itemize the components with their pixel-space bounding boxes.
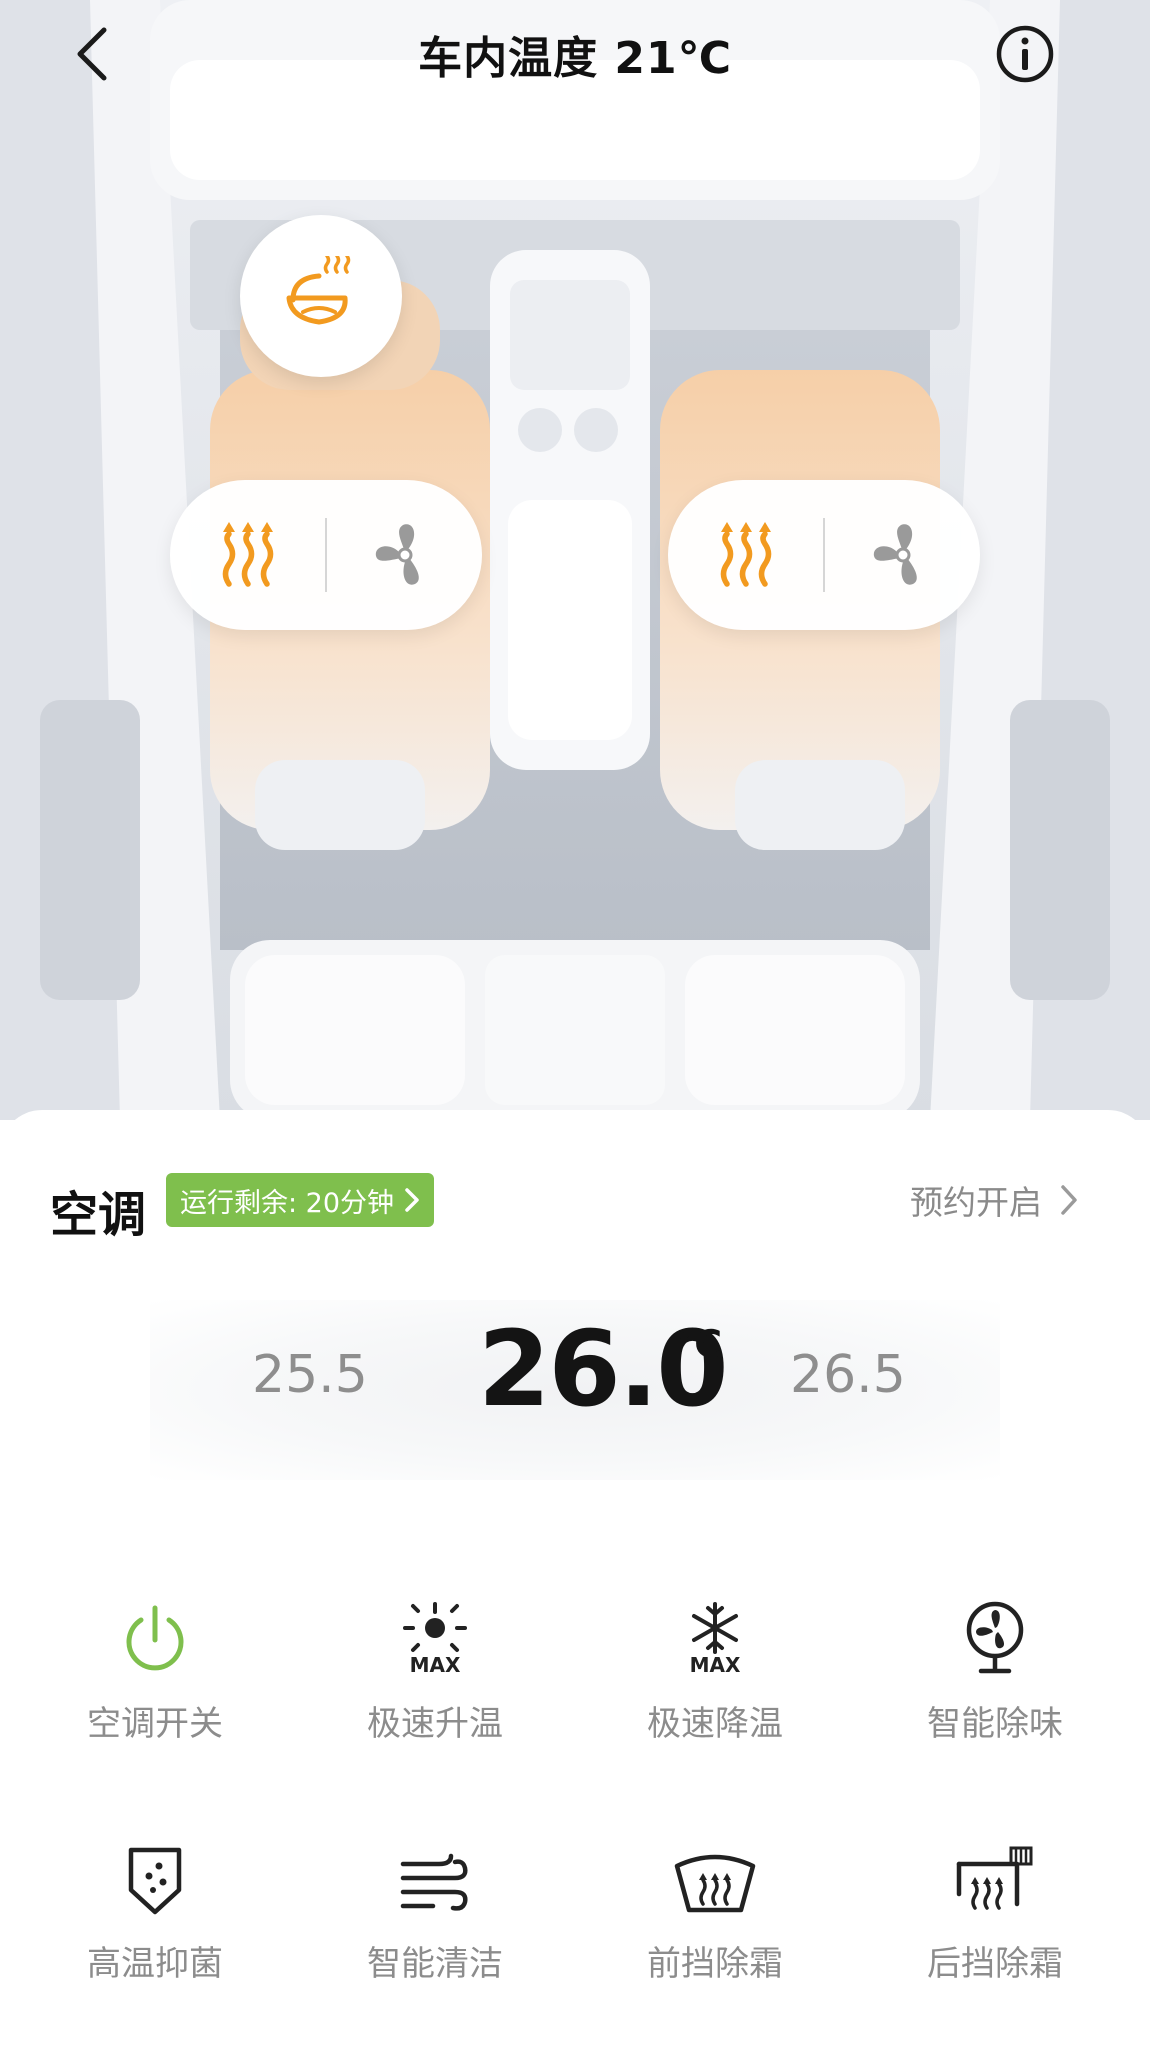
func-label: 后挡除霜 <box>927 1944 1063 1984</box>
func-label: 智能除味 <box>927 1704 1063 1744</box>
left-seat-controls <box>170 480 482 630</box>
info-button[interactable] <box>995 24 1055 84</box>
smart-clean-button[interactable]: 智能清洁 <box>335 1820 535 2020</box>
front-defrost-icon <box>674 1854 756 1913</box>
func-label: 极速升温 <box>367 1704 503 1744</box>
smart-deodorize-button[interactable]: 智能除味 <box>895 1580 1095 1780</box>
schedule-label: 预约开启 <box>910 1183 1042 1222</box>
high-temp-sterilize-button[interactable]: 高温抑菌 <box>55 1820 255 2020</box>
sterilize-icon <box>128 1847 182 1915</box>
rear-defrost-button[interactable]: 后挡除霜 <box>895 1820 1095 2020</box>
temp-option-lower[interactable]: 25.5 <box>252 1345 368 1405</box>
svg-text:MAX: MAX <box>690 1653 741 1676</box>
chevron-right-icon <box>405 1188 419 1212</box>
info-icon <box>996 25 1054 83</box>
max-cool-icon: MAX <box>690 1602 741 1676</box>
steering-wheel-heat-button[interactable] <box>240 215 402 377</box>
svg-text:MAX: MAX <box>410 1653 461 1676</box>
ac-power-toggle[interactable]: 空调开关 <box>55 1580 255 1780</box>
temp-unit: ℃ <box>676 1322 723 1366</box>
ac-panel: 空调 运行剩余: 20分钟 预约开启 25.5 26.0 ℃ 26.5 空调开关 <box>0 1110 1150 2061</box>
top-bar: 车内温度 21℃ <box>0 0 1150 110</box>
seat-heat-icon <box>222 522 273 587</box>
max-heat-button[interactable]: MAX 极速升温 <box>335 1580 535 1780</box>
right-seat-heat-button[interactable] <box>668 480 823 630</box>
temp-option-higher[interactable]: 26.5 <box>790 1345 906 1405</box>
func-label: 极速降温 <box>647 1704 783 1744</box>
left-seat-heat-button[interactable] <box>170 480 325 630</box>
left-seat-vent-button[interactable] <box>327 480 482 630</box>
max-cool-button[interactable]: MAX 极速降温 <box>615 1580 815 1780</box>
deodorize-fan-icon <box>966 1601 1024 1674</box>
steering-wheel-heat-icon <box>286 256 351 325</box>
power-icon <box>126 1605 184 1671</box>
chevron-right-icon <box>1061 1185 1077 1215</box>
seat-heat-icon <box>720 522 771 587</box>
ac-title: 空调 <box>50 1187 147 1243</box>
rear-defrost-icon <box>956 1846 1033 1910</box>
car-interior-scene: 车内温度 21℃ <box>0 0 1150 1120</box>
func-label: 高温抑菌 <box>87 1944 223 1984</box>
func-label: 空调开关 <box>87 1704 223 1744</box>
front-defrost-button[interactable]: 前挡除霜 <box>615 1820 815 2020</box>
max-heat-icon: MAX <box>403 1602 467 1676</box>
remaining-time-label: 运行剩余: 20分钟 <box>180 1187 395 1219</box>
right-seat-controls <box>668 480 980 630</box>
airflow-clean-icon <box>400 1853 468 1911</box>
remaining-time-badge[interactable]: 运行剩余: 20分钟 <box>166 1173 435 1227</box>
page-title: 车内温度 21℃ <box>418 33 732 84</box>
fan-icon <box>873 524 917 585</box>
func-label: 前挡除霜 <box>647 1944 783 1984</box>
fan-icon <box>375 524 419 585</box>
schedule-start-link[interactable]: 预约开启 <box>910 1176 1078 1224</box>
func-label: 智能清洁 <box>367 1944 503 1984</box>
right-seat-vent-button[interactable] <box>825 480 980 630</box>
